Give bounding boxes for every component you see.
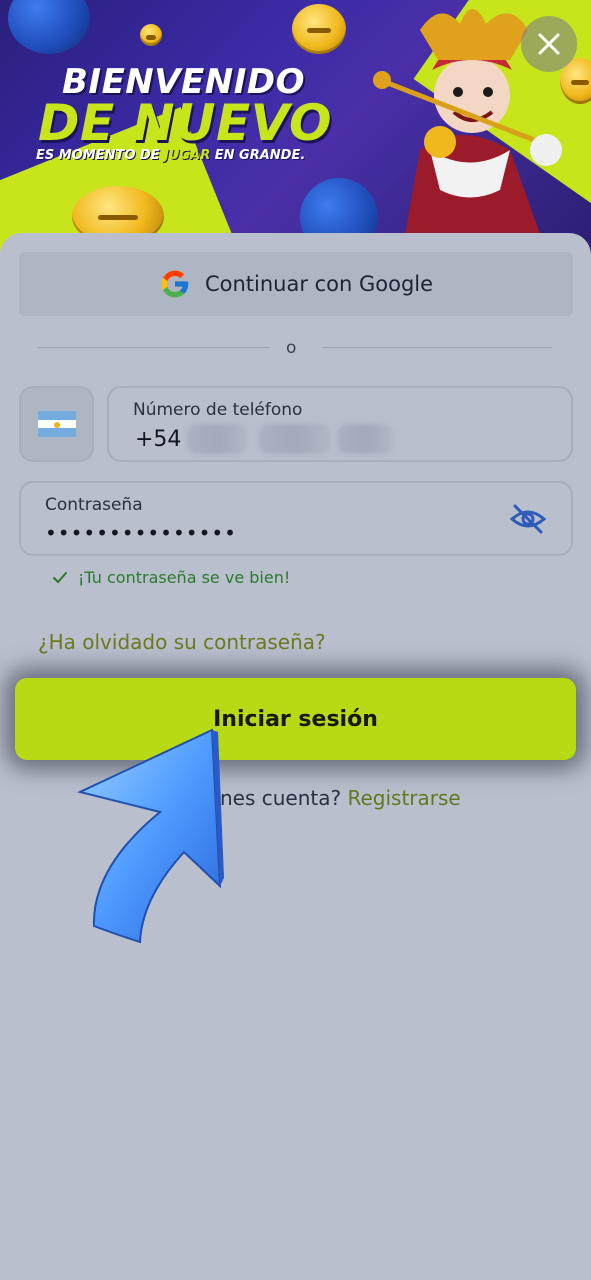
close-button[interactable] — [521, 16, 577, 72]
password-field[interactable]: Contraseña ••••••••••••••• — [19, 481, 573, 556]
phone-number-field[interactable]: Número de teléfono +54 — [107, 386, 573, 462]
ball-decoration — [8, 0, 90, 54]
welcome-banner: BIENVENIDO DE NUEVO ES MOMENTO DE JUGAR … — [0, 0, 591, 262]
phone-field-label: Número de teléfono — [133, 400, 303, 420]
redacted-digits — [187, 424, 247, 454]
divider-text: o — [286, 338, 297, 358]
google-icon — [161, 270, 189, 298]
validation-text: ¡Tu contraseña se ve bien! — [78, 568, 291, 587]
country-code-selector[interactable] — [19, 386, 94, 462]
redacted-digits — [259, 424, 331, 454]
password-value: ••••••••••••••• — [45, 521, 237, 545]
password-validation: ¡Tu contraseña se ve bien! — [52, 568, 290, 587]
google-login-button[interactable]: Continuar con Google — [19, 252, 573, 316]
register-prompt: nes cuenta? Registrarse — [220, 786, 461, 810]
register-link[interactable]: Registrarse — [347, 786, 460, 810]
forgot-password-link[interactable]: ¿Ha olvidado su contraseña? — [38, 630, 326, 654]
tagline-highlight: JUGAR — [164, 148, 211, 163]
redacted-digits — [337, 424, 393, 454]
banner-tagline: ES MOMENTO DE JUGAR EN GRANDE. — [36, 148, 305, 163]
argentina-flag-icon — [37, 411, 76, 437]
google-button-label: Continuar con Google — [204, 272, 434, 296]
divider-line — [322, 347, 552, 348]
pointer-arrow-icon — [77, 728, 224, 944]
register-prompt-text: nes cuenta? — [220, 786, 348, 810]
password-field-label: Contraseña — [45, 495, 143, 515]
coin-decoration — [140, 24, 162, 46]
checkmark-icon — [53, 571, 67, 583]
phone-prefix: +54 — [135, 427, 182, 452]
coin-decoration — [292, 4, 346, 54]
tagline-text: EN GRANDE. — [210, 148, 306, 163]
tagline-text: ES MOMENTO DE — [36, 148, 165, 163]
divider-line — [38, 347, 270, 348]
eye-off-icon[interactable] — [509, 503, 547, 535]
close-icon — [538, 33, 560, 55]
login-button-label: Iniciar sesión — [213, 706, 378, 732]
banner-headline-highlight: DE NUEVO — [38, 94, 332, 152]
